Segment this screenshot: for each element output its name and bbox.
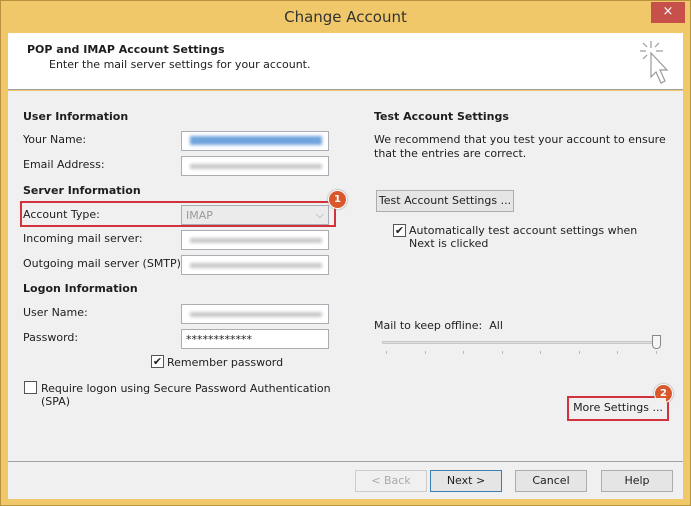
logon-info-heading: Logon Information <box>23 282 138 295</box>
user-info-heading: User Information <box>23 110 129 123</box>
offline-slider-thumb[interactable] <box>652 335 661 349</box>
step-badge-1: 1 <box>328 190 347 209</box>
more-settings-button[interactable]: More Settings ... <box>570 398 666 419</box>
offline-slider-track[interactable] <box>382 341 658 344</box>
slider-tick <box>386 351 387 354</box>
outgoing-server-input[interactable] <box>181 255 329 275</box>
window-title: Change Account <box>284 8 407 26</box>
password-input[interactable]: ************ <box>181 329 329 349</box>
remember-password-label: Remember password <box>167 356 284 369</box>
your-name-input[interactable] <box>181 131 329 151</box>
account-type-value: IMAP <box>186 209 213 222</box>
header-subtitle: Enter the mail server settings for your … <box>49 58 311 71</box>
footer-divider <box>8 461 683 462</box>
user-name-label: User Name: <box>23 306 88 319</box>
slider-tick <box>424 351 426 354</box>
cursor-click-icon <box>640 41 669 84</box>
auto-test-label: Automatically test account settings when… <box>409 224 638 250</box>
user-name-input[interactable] <box>181 304 329 324</box>
back-button[interactable]: < Back <box>355 470 427 492</box>
chevron-down-icon: ⌵ <box>315 208 324 221</box>
slider-tick <box>578 351 580 354</box>
remember-password-checkbox[interactable]: ✔ <box>151 355 164 368</box>
offline-value: All <box>489 319 503 332</box>
test-heading: Test Account Settings <box>374 110 509 123</box>
password-label: Password: <box>23 331 79 344</box>
spa-label: Require logon using Secure Password Auth… <box>41 382 331 408</box>
server-info-heading: Server Information <box>23 184 141 197</box>
close-button[interactable]: × <box>651 2 685 23</box>
dialog-window: Change Account × POP and IMAP Account Se… <box>0 0 691 506</box>
help-button[interactable]: Help <box>601 470 673 492</box>
slider-tick <box>540 351 541 354</box>
slider-tick <box>655 351 657 354</box>
account-type-label: Account Type: <box>23 208 100 221</box>
outgoing-server-label: Outgoing mail server (SMTP): <box>23 257 185 270</box>
test-account-settings-button[interactable]: Test Account Settings ... <box>376 190 514 212</box>
cancel-button[interactable]: Cancel <box>515 470 587 492</box>
header: POP and IMAP Account Settings Enter the … <box>8 33 683 90</box>
spa-checkbox[interactable] <box>24 381 37 394</box>
dialog-body: User Information Your Name: Email Addres… <box>8 91 683 499</box>
header-title: POP and IMAP Account Settings <box>27 43 225 56</box>
email-input[interactable] <box>181 156 329 176</box>
incoming-server-input[interactable] <box>181 230 329 250</box>
your-name-label: Your Name: <box>23 133 87 146</box>
slider-tick <box>617 351 618 354</box>
slider-tick <box>501 351 503 354</box>
slider-tick <box>463 351 464 354</box>
offline-label: Mail to keep offline: All <box>374 319 503 332</box>
next-button[interactable]: Next > <box>430 470 502 492</box>
test-description: We recommend that you test your account … <box>374 133 666 160</box>
offline-label-text: Mail to keep offline: <box>374 319 483 332</box>
account-type-select: IMAP ⌵ <box>181 205 329 225</box>
auto-test-checkbox[interactable]: ✔ <box>393 224 406 237</box>
email-label: Email Address: <box>23 158 105 171</box>
incoming-server-label: Incoming mail server: <box>23 232 143 245</box>
